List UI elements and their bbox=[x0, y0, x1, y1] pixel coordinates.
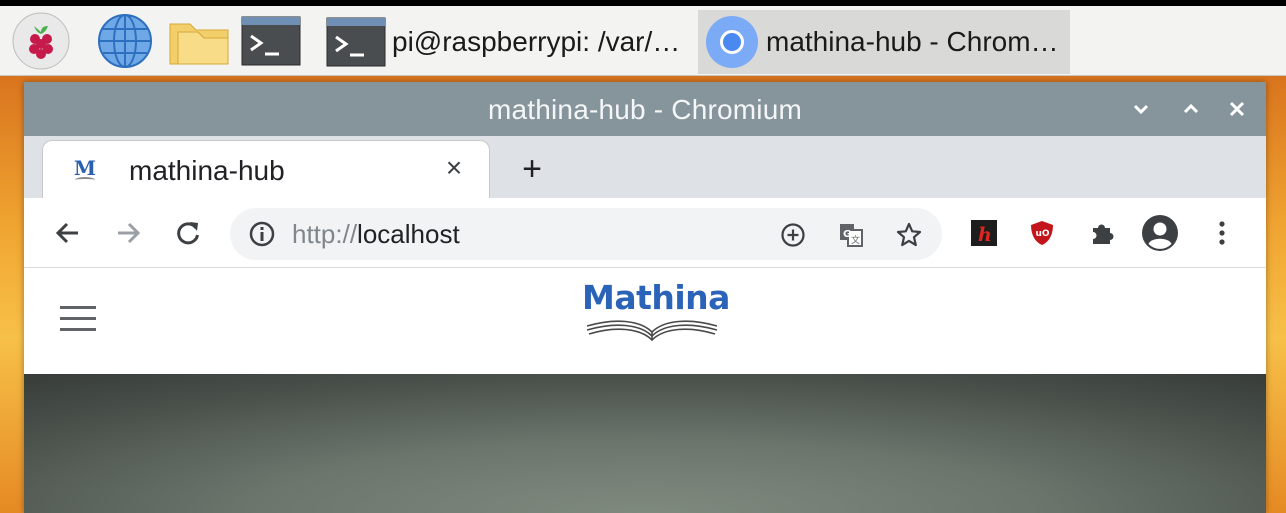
arrow-right-icon bbox=[118, 222, 141, 244]
tab-strip: M mathina-hub × + bbox=[24, 136, 1266, 198]
arrow-left-icon bbox=[55, 222, 78, 244]
terminal-icon bbox=[326, 17, 386, 67]
tab-mathina-hub[interactable]: M mathina-hub × bbox=[42, 140, 490, 198]
account-circle-icon bbox=[1142, 215, 1178, 251]
window-titlebar[interactable]: mathina-hub - Chromium bbox=[24, 82, 1266, 136]
chevron-down-icon bbox=[1133, 104, 1149, 115]
web-browser-launcher[interactable] bbox=[94, 10, 156, 72]
svg-text:G: G bbox=[843, 229, 851, 240]
hamburger-line bbox=[60, 306, 96, 309]
svg-text:h: h bbox=[978, 224, 992, 246]
site-header: Mathina bbox=[24, 268, 1266, 374]
terminal-icon bbox=[241, 16, 301, 66]
reload-icon bbox=[177, 222, 199, 245]
web-page: Mathina bbox=[24, 268, 1266, 513]
close-window-button[interactable] bbox=[1222, 94, 1252, 124]
star-icon bbox=[896, 222, 922, 247]
maximize-button[interactable] bbox=[1176, 94, 1206, 124]
install-app-button[interactable] bbox=[776, 218, 810, 252]
file-manager-launcher[interactable] bbox=[168, 10, 230, 72]
url-text: http://localhost bbox=[292, 219, 460, 250]
address-bar[interactable]: http://localhost G 文 bbox=[230, 208, 942, 260]
raspberry-icon bbox=[12, 12, 70, 70]
task-chromium-window[interactable]: mathina-hub - Chrom… bbox=[698, 10, 1070, 74]
raspberry-menu-button[interactable] bbox=[10, 10, 72, 72]
task-terminal-window[interactable]: pi@raspberrypi: /var/… bbox=[326, 10, 696, 74]
svg-text:uO: uO bbox=[1036, 229, 1050, 239]
plus-circle-icon bbox=[781, 223, 805, 247]
menu-button[interactable] bbox=[1202, 213, 1242, 253]
profile-button[interactable] bbox=[1140, 213, 1180, 253]
puzzle-icon bbox=[1093, 224, 1114, 244]
window-title: mathina-hub - Chromium bbox=[487, 94, 803, 125]
ublock-origin-button[interactable]: uO bbox=[1022, 213, 1062, 253]
logo-text: Mathina bbox=[582, 278, 730, 317]
close-icon bbox=[1229, 101, 1245, 117]
translate-button[interactable]: G 文 bbox=[834, 218, 868, 252]
hamburger-line bbox=[60, 317, 96, 320]
task-label: mathina-hub - Chrom… bbox=[766, 26, 1059, 57]
hamburger-menu-button[interactable] bbox=[60, 306, 96, 334]
hamburger-line bbox=[60, 328, 96, 331]
url-scheme: http:// bbox=[292, 219, 358, 249]
site-logo[interactable]: Mathina bbox=[582, 278, 730, 360]
new-tab-button[interactable]: + bbox=[512, 150, 552, 190]
folder-icon bbox=[169, 23, 229, 65]
tab-title: mathina-hub bbox=[129, 155, 285, 186]
info-icon[interactable] bbox=[248, 220, 276, 248]
minimize-button[interactable] bbox=[1126, 94, 1156, 124]
taskbar: pi@raspberrypi: /var/… mathina-hub - Chr… bbox=[0, 6, 1286, 76]
browser-window: mathina-hub - Chromium M mathina-hub × + bbox=[24, 82, 1266, 513]
tab-close-button[interactable]: × bbox=[437, 151, 471, 185]
more-vertical-icon bbox=[1219, 221, 1225, 245]
extensions-button[interactable] bbox=[1082, 213, 1122, 253]
terminal-launcher[interactable] bbox=[240, 10, 302, 72]
open-book-icon bbox=[586, 320, 718, 342]
h-extension-icon: h bbox=[971, 220, 997, 246]
url-host: localhost bbox=[357, 219, 460, 249]
hero-banner bbox=[24, 374, 1266, 513]
forward-button[interactable] bbox=[108, 213, 148, 253]
chromium-icon bbox=[706, 16, 758, 68]
browser-toolbar: http://localhost G 文 h uO bbox=[24, 198, 1266, 268]
extension-h-button[interactable]: h bbox=[964, 213, 1004, 253]
svg-text:文: 文 bbox=[851, 234, 860, 246]
reload-button[interactable] bbox=[168, 213, 208, 253]
mathina-favicon-icon: M bbox=[73, 157, 97, 183]
globe-icon bbox=[98, 14, 152, 68]
ublock-shield-icon: uO bbox=[1031, 221, 1053, 245]
chevron-up-icon bbox=[1183, 103, 1199, 114]
translate-icon: G 文 bbox=[840, 224, 863, 247]
task-label: pi@raspberrypi: /var/… bbox=[392, 26, 681, 57]
back-button[interactable] bbox=[48, 213, 88, 253]
bookmark-button[interactable] bbox=[892, 218, 926, 252]
